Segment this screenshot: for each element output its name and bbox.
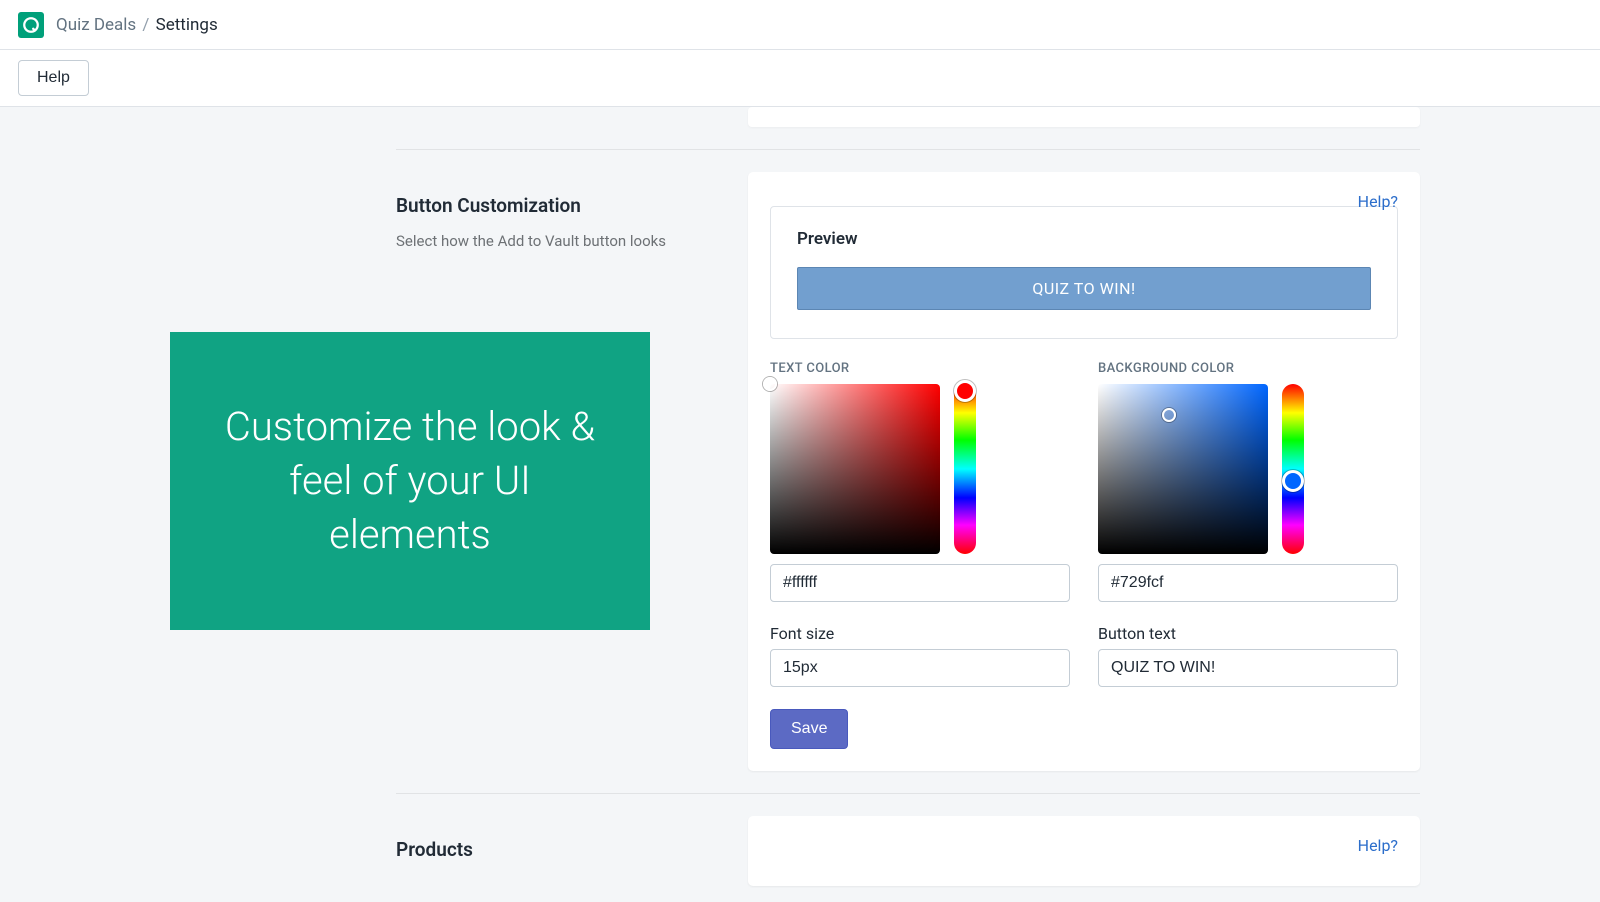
font-size-group: Font size [770, 624, 1070, 687]
section-title: Button Customization [396, 194, 712, 217]
sub-bar: Help [0, 50, 1600, 107]
text-color-group: TEXT COLOR [770, 361, 1070, 602]
bg-color-label: BACKGROUND COLOR [1098, 361, 1398, 376]
breadcrumb-app[interactable]: Quiz Deals [56, 15, 136, 35]
text-color-input[interactable] [770, 564, 1070, 602]
breadcrumb-sep: / [142, 15, 149, 35]
products-title: Products [396, 838, 712, 861]
text-color-label: TEXT COLOR [770, 361, 1070, 376]
save-button[interactable]: Save [770, 709, 848, 749]
button-text-label: Button text [1098, 624, 1398, 643]
page-body: Button Customization Select how the Add … [0, 107, 1600, 902]
bg-color-input[interactable] [1098, 564, 1398, 602]
color-pickers-row: TEXT COLOR BACKGROUND [770, 361, 1398, 602]
button-text-group: Button text [1098, 624, 1398, 687]
button-text-input[interactable] [1098, 649, 1398, 687]
section-description: Select how the Add to Vault button looks [396, 231, 712, 253]
card-help-link[interactable]: Help? [1358, 192, 1398, 211]
text-color-satval[interactable] [770, 384, 940, 554]
preview-button[interactable]: QUIZ TO WIN! [797, 267, 1371, 310]
previous-section-card-fragment [748, 107, 1420, 127]
preview-box: Preview QUIZ TO WIN! [770, 206, 1398, 339]
bg-color-hue-thumb[interactable] [1282, 470, 1304, 492]
font-size-label: Font size [770, 624, 1070, 643]
bg-color-picker [1098, 384, 1398, 554]
app-logo-icon [18, 12, 44, 38]
preview-label: Preview [797, 229, 1371, 249]
section-left: Products [396, 816, 712, 886]
text-color-picker [770, 384, 1070, 554]
bg-color-satval[interactable] [1098, 384, 1268, 554]
top-bar: Quiz Deals / Settings [0, 0, 1600, 50]
font-size-input[interactable] [770, 649, 1070, 687]
help-button[interactable]: Help [18, 60, 89, 96]
callout-text: Customize the look & feel of your UI ele… [206, 400, 614, 562]
breadcrumb: Quiz Deals / Settings [56, 15, 218, 35]
bg-color-hue[interactable] [1282, 384, 1304, 554]
section-divider [396, 793, 1420, 794]
breadcrumb-current: Settings [156, 15, 218, 35]
text-color-hue-thumb[interactable] [954, 380, 976, 402]
bg-color-group: BACKGROUND COLOR [1098, 361, 1398, 602]
products-card: Help? [748, 816, 1420, 886]
text-color-marker[interactable] [763, 377, 777, 391]
marketing-callout: Customize the look & feel of your UI ele… [170, 332, 650, 630]
section-divider [396, 149, 1420, 150]
input-row: Font size Button text [770, 624, 1398, 687]
section-products: Products Help? [396, 816, 1420, 886]
bg-color-marker[interactable] [1162, 408, 1176, 422]
customization-card: Help? Preview QUIZ TO WIN! TEXT COLOR [748, 172, 1420, 771]
card-help-link[interactable]: Help? [1358, 836, 1398, 855]
text-color-hue[interactable] [954, 384, 976, 554]
